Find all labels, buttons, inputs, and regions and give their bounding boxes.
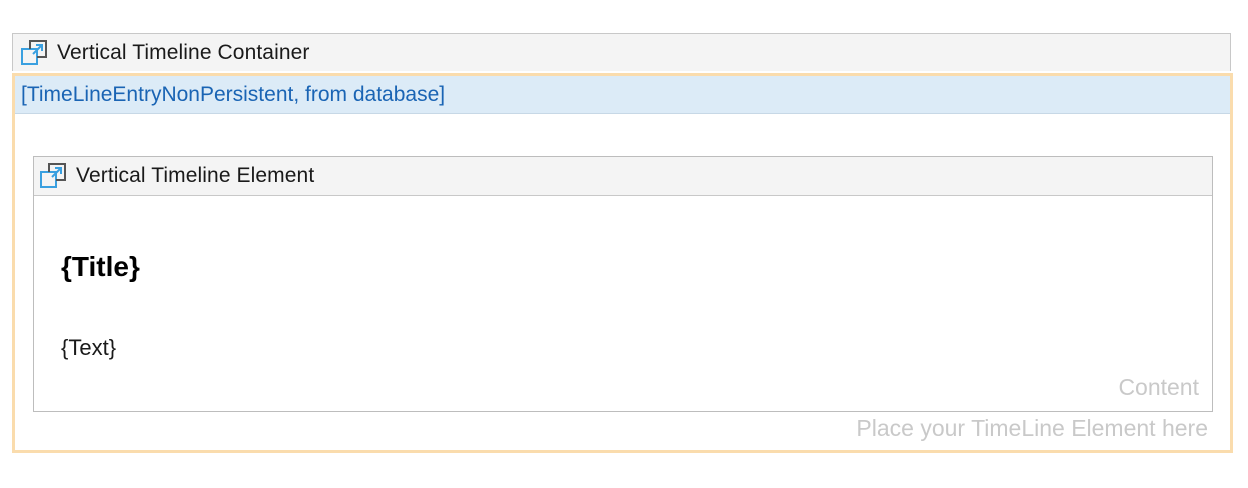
datasource-label: [TimeLineEntryNonPersistent, from databa… (21, 82, 446, 106)
element-title: Vertical Timeline Element (76, 164, 315, 187)
vertical-timeline-container[interactable]: Vertical Timeline Container [TimeLineEnt… (12, 33, 1233, 453)
container-body[interactable]: [TimeLineEntryNonPersistent, from databa… (12, 73, 1233, 453)
container-title: Vertical Timeline Container (57, 40, 310, 64)
datasource-bar[interactable]: [TimeLineEntryNonPersistent, from databa… (15, 76, 1230, 114)
element-header[interactable]: Vertical Timeline Element (34, 157, 1212, 196)
container-header[interactable]: Vertical Timeline Container (12, 33, 1231, 71)
text-field[interactable]: {Text} (61, 335, 116, 361)
drop-zone-placeholder[interactable]: Place your TimeLine Element here (856, 415, 1208, 442)
widget-icon (38, 161, 68, 191)
widget-icon (19, 38, 49, 68)
content-hint: Content (1118, 374, 1199, 400)
title-field[interactable]: {Title} (61, 251, 140, 283)
vertical-timeline-element[interactable]: Vertical Timeline Element {Title} {Text}… (33, 156, 1213, 412)
